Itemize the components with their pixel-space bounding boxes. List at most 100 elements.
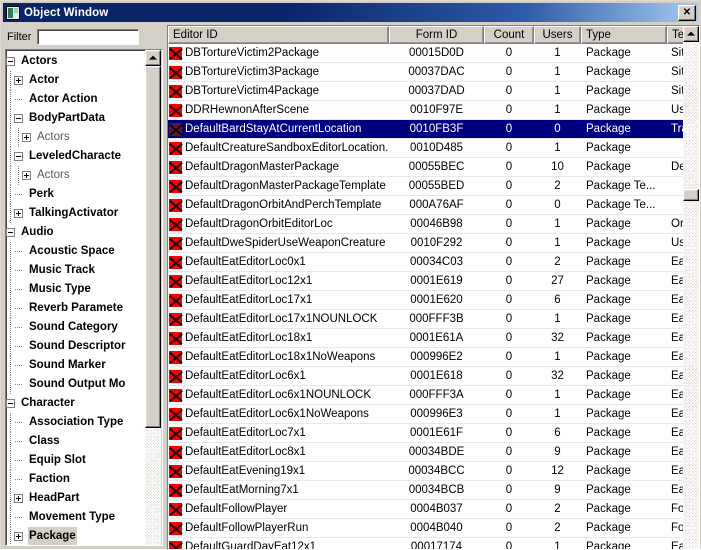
red-x-icon: [169, 313, 182, 326]
tree-item-bodypartdata[interactable]: BodyPartData: [6, 109, 143, 128]
tree-collapse-icon[interactable]: [14, 114, 23, 123]
table-row[interactable]: DBTortureVictim2Package00015D0D01Package…: [168, 44, 685, 63]
tree-item-headpart[interactable]: HeadPart: [6, 489, 143, 508]
row-type: Package: [581, 386, 667, 404]
column-header-users[interactable]: Users: [534, 26, 581, 44]
tree-expand-icon[interactable]: [22, 171, 31, 180]
tree-item-music-type[interactable]: Music Type: [6, 280, 143, 299]
tree-item-sound-output-mo[interactable]: Sound Output Mo: [6, 375, 143, 394]
row-form-id: 0010F97E: [389, 101, 484, 119]
tree-item-talkingactivator[interactable]: TalkingActivator: [6, 204, 143, 223]
row-users: 9: [534, 443, 581, 461]
table-row[interactable]: DefaultEatEditorLoc18x10001E61A032Packag…: [168, 329, 685, 348]
table-row[interactable]: DefaultFollowPlayerRun0004B04002PackageF…: [168, 519, 685, 538]
list-scroll-thumb[interactable]: [683, 189, 699, 201]
table-row[interactable]: DefaultCreatureSandboxEditorLocation...0…: [168, 139, 685, 158]
table-row[interactable]: DDRHewnonAfterScene0010F97E01PackageUs: [168, 101, 685, 120]
row-form-id: 00015D0D: [389, 44, 484, 62]
filter-input[interactable]: [37, 29, 139, 45]
tree-item-sound-descriptor[interactable]: Sound Descriptor: [6, 337, 143, 356]
tree-item-sound-category[interactable]: Sound Category: [6, 318, 143, 337]
red-x-icon: [169, 123, 182, 136]
table-row[interactable]: DefaultEatEditorLoc0x100034C0302PackageE…: [168, 253, 685, 272]
row-editor-id: DefaultDweSpiderUseWeaponCreature: [168, 234, 389, 252]
window-icon: [6, 6, 20, 20]
table-row[interactable]: DefaultEatEditorLoc8x100034BDE09PackageE…: [168, 443, 685, 462]
table-row[interactable]: DefaultDragonOrbitEditorLoc00046B9801Pac…: [168, 215, 685, 234]
list-scroll-track[interactable]: [683, 42, 699, 549]
tree-item-actor-action[interactable]: Actor Action: [6, 90, 143, 109]
tree-scroll-track[interactable]: [145, 66, 161, 545]
list-scroll-up-arrow-icon[interactable]: [683, 26, 699, 42]
table-row[interactable]: DefaultEatEvening19x100034BCC012PackageE…: [168, 462, 685, 481]
tree-item-music-track[interactable]: Music Track: [6, 261, 143, 280]
column-header-form-id[interactable]: Form ID: [389, 26, 484, 44]
tree-item-faction[interactable]: Faction: [6, 470, 143, 489]
table-row[interactable]: DefaultFollowPlayer0004B03702PackageFol: [168, 500, 685, 519]
close-button[interactable]: ✕: [678, 5, 696, 21]
category-tree-panel: ActorsActorActor ActionBodyPartDataActor…: [5, 49, 163, 546]
column-header-editor-id[interactable]: Editor ID: [168, 26, 389, 44]
table-row[interactable]: DefaultDragonMasterPackageTemplate00055B…: [168, 177, 685, 196]
table-row[interactable]: DefaultEatEditorLoc6x10001E618032Package…: [168, 367, 685, 386]
object-list-rows[interactable]: DBTortureVictim2Package00015D0D01Package…: [168, 44, 685, 550]
tree-expand-icon[interactable]: [14, 76, 23, 85]
tree-item-audio[interactable]: Audio: [6, 223, 143, 242]
tree-item-sound-marker[interactable]: Sound Marker: [6, 356, 143, 375]
table-row[interactable]: DefaultDragonMasterPackage00055BEC010Pac…: [168, 158, 685, 177]
column-header-count[interactable]: Count: [484, 26, 534, 44]
row-form-id: 00037DAD: [389, 82, 484, 100]
category-tree[interactable]: ActorsActorActor ActionBodyPartDataActor…: [6, 50, 143, 545]
tree-item-leveledcharacte[interactable]: LeveledCharacte: [6, 147, 143, 166]
tree-item-movement-type[interactable]: Movement Type: [6, 508, 143, 527]
row-count: 0: [484, 405, 534, 423]
tree-collapse-icon[interactable]: [6, 399, 15, 408]
tree-scroll-up-arrow-icon[interactable]: [145, 50, 161, 66]
red-x-icon: [169, 237, 182, 250]
table-row[interactable]: DefaultDweSpiderUseWeaponCreature0010F29…: [168, 234, 685, 253]
row-type: Package: [581, 424, 667, 442]
table-row[interactable]: DefaultEatEditorLoc12x10001E619027Packag…: [168, 272, 685, 291]
tree-indent-guide: [6, 527, 14, 545]
tree-item-acoustic-space[interactable]: Acoustic Space: [6, 242, 143, 261]
table-row[interactable]: DefaultEatEditorLoc7x10001E61F06PackageE…: [168, 424, 685, 443]
tree-item-character[interactable]: Character: [6, 394, 143, 413]
tree-item-actors[interactable]: Actors: [6, 128, 143, 147]
tree-item-actors[interactable]: Actors: [6, 52, 143, 71]
tree-item-reverb-paramete[interactable]: Reverb Paramete: [6, 299, 143, 318]
table-row[interactable]: DBTortureVictim4Package00037DAD01Package…: [168, 82, 685, 101]
table-row[interactable]: DefaultBardStayAtCurrentLocation0010FB3F…: [168, 120, 685, 139]
tree-vertical-scrollbar[interactable]: [145, 50, 162, 545]
column-header-type[interactable]: Type: [581, 26, 667, 44]
tree-collapse-icon[interactable]: [6, 228, 15, 237]
table-row[interactable]: DefaultEatEditorLoc17x10001E62006Package…: [168, 291, 685, 310]
table-row[interactable]: DBTortureVictim3Package00037DAC01Package…: [168, 63, 685, 82]
tree-expand-icon[interactable]: [14, 209, 23, 218]
tree-item-package[interactable]: Package: [6, 527, 143, 545]
table-row[interactable]: DefaultEatMorning7x100034BCB09PackageEa: [168, 481, 685, 500]
tree-scroll-thumb[interactable]: [145, 66, 161, 428]
tree-item-class[interactable]: Class: [6, 432, 143, 451]
tree-item-equip-slot[interactable]: Equip Slot: [6, 451, 143, 470]
tree-item-association-type[interactable]: Association Type: [6, 413, 143, 432]
tree-expand-icon[interactable]: [14, 532, 23, 541]
tree-indent-guide: [14, 166, 22, 185]
table-row[interactable]: DefaultGuardDayEat12x10001717401PackageE…: [168, 538, 685, 550]
tree-item-actor[interactable]: Actor: [6, 71, 143, 90]
tree-collapse-icon[interactable]: [6, 57, 15, 66]
list-vertical-scrollbar[interactable]: [683, 26, 699, 549]
table-row[interactable]: DefaultEatEditorLoc18x1NoWeapons000996E2…: [168, 348, 685, 367]
table-row[interactable]: DefaultEatEditorLoc17x1NOUNLOCK000FFF3B0…: [168, 310, 685, 329]
tree-collapse-icon[interactable]: [14, 152, 23, 161]
table-row[interactable]: DefaultEatEditorLoc6x1NoWeapons000996E30…: [168, 405, 685, 424]
tree-expand-icon[interactable]: [14, 494, 23, 503]
tree-expand-icon[interactable]: [22, 133, 31, 142]
table-row[interactable]: DefaultEatEditorLoc6x1NOUNLOCK000FFF3A01…: [168, 386, 685, 405]
table-row[interactable]: DefaultDragonOrbitAndPerchTemplate000A76…: [168, 196, 685, 215]
red-x-icon: [169, 66, 182, 79]
row-editor-id-label: DefaultEatEditorLoc7x1: [185, 424, 306, 442]
tree-item-actors[interactable]: Actors: [6, 166, 143, 185]
row-editor-id: DBTortureVictim3Package: [168, 63, 389, 81]
tree-item-perk[interactable]: Perk: [6, 185, 143, 204]
tree-item-label: LeveledCharacte: [28, 147, 122, 166]
